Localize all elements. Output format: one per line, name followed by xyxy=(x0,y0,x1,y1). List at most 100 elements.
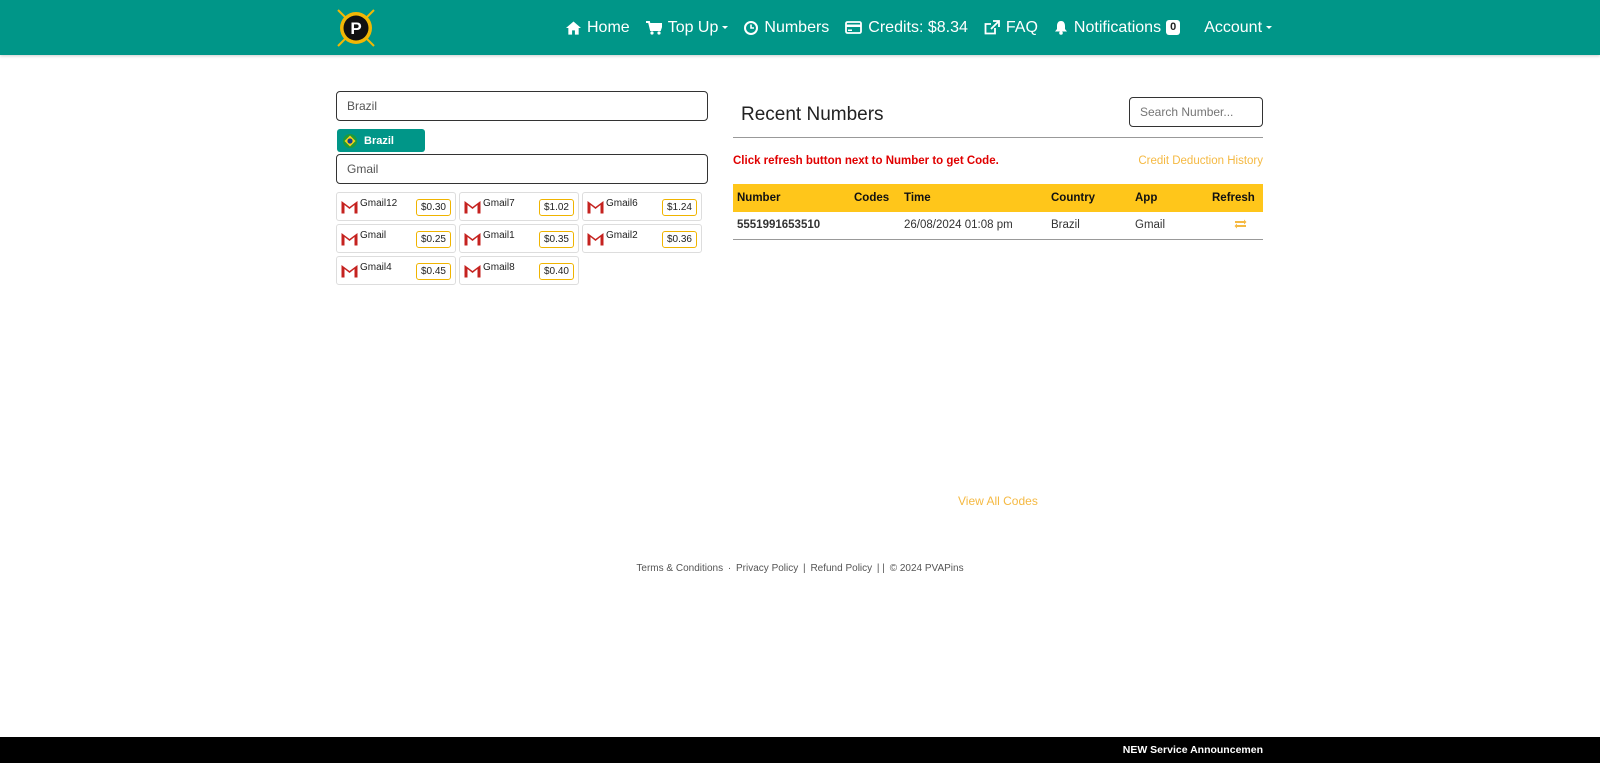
service-option[interactable]: Gmail12 $0.30 xyxy=(336,192,456,221)
search-number-input[interactable] xyxy=(1129,97,1263,127)
service-name: Gmail2 xyxy=(606,230,638,241)
nav-credits[interactable]: Credits: $8.34 xyxy=(845,19,968,37)
privacy-link[interactable]: Privacy Policy xyxy=(736,563,798,574)
terms-link[interactable]: Terms & Conditions xyxy=(636,563,723,574)
country-chip-brazil[interactable]: Brazil xyxy=(337,129,425,152)
credit-deduction-history-link[interactable]: Credit Deduction History xyxy=(1138,155,1263,167)
refresh-instruction: Click refresh button next to Number to g… xyxy=(733,155,999,167)
row-time: 26/08/2024 01:08 pm xyxy=(900,212,1047,240)
nav-topup[interactable]: Top Up xyxy=(645,18,729,37)
table-row: 5551991653510 26/08/2024 01:08 pm Brazil… xyxy=(733,212,1263,240)
col-app: App xyxy=(1131,184,1208,212)
service-selector: Brazil Gmail12 $0.30 Gmail7 $1.02 Gmail6 $1.2… xyxy=(336,91,708,285)
top-navbar: P Home Top Up Numbers Credits: $8.34 FAQ… xyxy=(0,0,1600,55)
nav-credits-label: Credits: $8.34 xyxy=(868,18,968,36)
recent-numbers-panel: Recent Numbers Click refresh button next… xyxy=(733,96,1263,240)
bell-icon xyxy=(1054,21,1067,35)
col-refresh: Refresh xyxy=(1208,184,1263,212)
service-option[interactable]: Gmail7 $1.02 xyxy=(459,192,579,221)
nav-home[interactable]: Home xyxy=(566,19,630,37)
gmail-icon xyxy=(464,232,481,245)
brazil-flag-icon xyxy=(343,133,357,148)
gmail-icon xyxy=(341,264,358,277)
footer-separator: | xyxy=(803,563,806,574)
p-logo-icon[interactable]: P xyxy=(336,8,376,48)
service-name: Gmail xyxy=(360,230,387,241)
announcement-text[interactable]: NEW Service Announcemen xyxy=(1123,744,1263,756)
nav-account[interactable]: Account xyxy=(1204,18,1273,37)
nav-topup-label: Top Up xyxy=(667,18,719,36)
nav-numbers[interactable]: Numbers xyxy=(744,19,829,37)
col-country: Country xyxy=(1047,184,1131,212)
gmail-icon xyxy=(587,200,604,213)
country-chip-label: Brazil xyxy=(364,134,394,147)
recent-numbers-title: Recent Numbers xyxy=(741,104,884,125)
info-row: Click refresh button next to Number to g… xyxy=(733,155,1263,175)
nav-home-label: Home xyxy=(587,18,630,36)
row-number: 5551991653510 xyxy=(733,212,850,240)
col-number: Number xyxy=(733,184,850,212)
service-name: Gmail6 xyxy=(606,198,638,209)
gmail-icon xyxy=(341,200,358,213)
nav-faq-label: FAQ xyxy=(1005,18,1038,36)
service-name: Gmail1 xyxy=(483,230,515,241)
service-option[interactable]: Gmail $0.25 xyxy=(336,224,456,253)
country-input[interactable] xyxy=(336,91,708,121)
recent-numbers-header: Recent Numbers xyxy=(733,96,1263,138)
main-nav: Home Top Up Numbers Credits: $8.34 FAQ N… xyxy=(566,0,1288,55)
col-codes: Codes xyxy=(850,184,900,212)
clock-icon xyxy=(744,20,759,35)
nav-notifications-label: Notifications xyxy=(1073,18,1162,36)
footer-separator: | | xyxy=(876,563,885,574)
external-link-icon xyxy=(984,20,1000,35)
service-option[interactable]: Gmail8 $0.40 xyxy=(459,256,579,285)
service-price: $0.25 xyxy=(415,231,451,248)
service-name: Gmail7 xyxy=(483,198,515,209)
service-price: $0.36 xyxy=(661,231,697,248)
service-option[interactable]: Gmail1 $0.35 xyxy=(459,224,579,253)
nav-notifications[interactable]: Notifications 0 xyxy=(1054,18,1181,37)
service-option[interactable]: Gmail4 $0.45 xyxy=(336,256,456,285)
service-grid: Gmail12 $0.30 Gmail7 $1.02 Gmail6 $1.24 Gmail $… xyxy=(336,192,708,285)
gmail-icon xyxy=(587,232,604,245)
chevron-down-icon xyxy=(1266,26,1273,29)
nav-numbers-label: Numbers xyxy=(764,18,830,36)
service-name: Gmail12 xyxy=(360,198,398,209)
refresh-button[interactable] xyxy=(1208,212,1263,240)
row-country: Brazil xyxy=(1047,212,1131,240)
service-option[interactable]: Gmail6 $1.24 xyxy=(582,192,702,221)
row-app: Gmail xyxy=(1131,212,1208,240)
app-input[interactable] xyxy=(336,154,708,184)
announcement-bar: NEW Service Announcemen xyxy=(0,737,1600,763)
home-icon xyxy=(566,20,581,35)
table-header-row: Number Codes Time Country App Refresh xyxy=(733,184,1263,212)
nav-faq[interactable]: FAQ xyxy=(984,19,1038,37)
chevron-down-icon xyxy=(722,26,729,29)
service-price: $0.30 xyxy=(415,199,451,216)
recent-numbers-table: Number Codes Time Country App Refresh 55… xyxy=(733,184,1263,240)
credit-card-icon xyxy=(845,21,863,34)
service-price: $0.40 xyxy=(538,263,574,280)
view-all-codes-link[interactable]: View All Codes xyxy=(958,494,1038,508)
svg-text:P: P xyxy=(350,19,361,38)
service-option[interactable]: Gmail2 $0.36 xyxy=(582,224,702,253)
service-price: $0.35 xyxy=(538,231,574,248)
copyright: © 2024 PVAPins xyxy=(889,563,964,574)
service-price: $1.24 xyxy=(661,199,697,216)
gmail-icon xyxy=(464,264,481,277)
nav-account-label: Account xyxy=(1204,18,1263,36)
notifications-count-badge: 0 xyxy=(1166,20,1181,35)
row-codes xyxy=(850,212,900,240)
refund-link[interactable]: Refund Policy xyxy=(810,563,872,574)
service-price: $0.45 xyxy=(415,263,451,280)
footer-separator: · xyxy=(727,563,732,574)
service-price: $1.02 xyxy=(538,199,574,216)
service-name: Gmail8 xyxy=(483,262,515,273)
gmail-icon xyxy=(341,232,358,245)
gmail-icon xyxy=(464,200,481,213)
service-name: Gmail4 xyxy=(360,262,392,273)
col-time: Time xyxy=(900,184,1047,212)
footer: Terms & Conditions · Privacy Policy | Re… xyxy=(0,563,1600,574)
refresh-icon xyxy=(1234,219,1247,229)
cart-icon xyxy=(645,20,662,35)
